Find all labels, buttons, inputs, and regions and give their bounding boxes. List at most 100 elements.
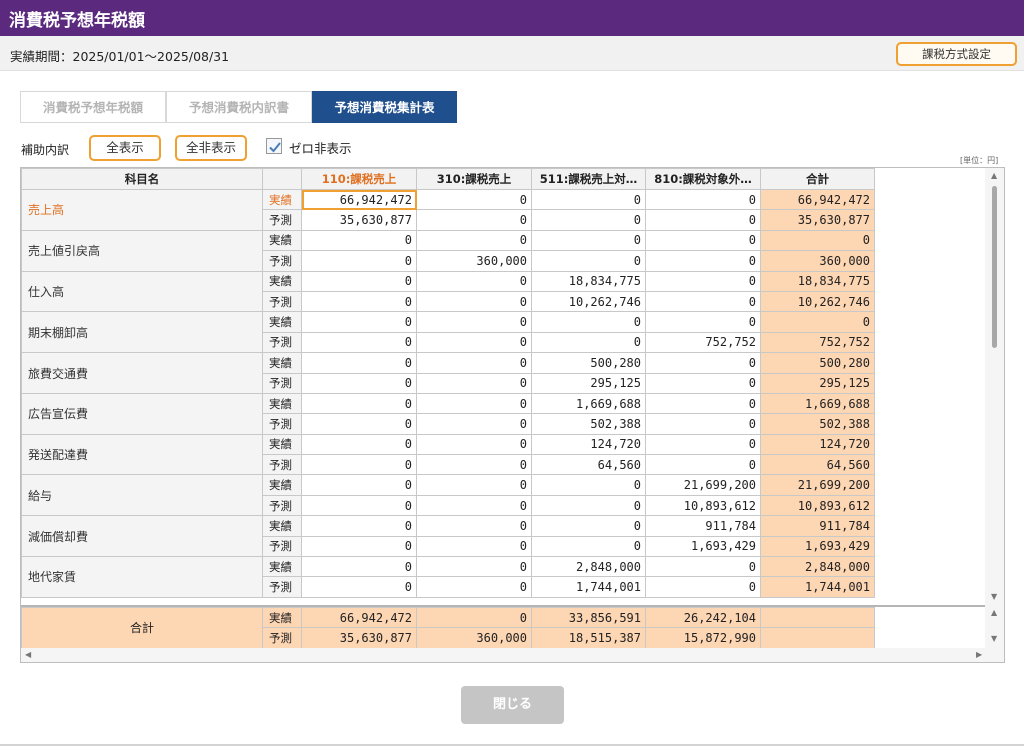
value-cell[interactable]: 0 [645, 556, 761, 578]
value-cell[interactable]: 0 [301, 576, 417, 598]
value-cell[interactable]: 10,893,612 [645, 494, 761, 517]
value-cell[interactable]: 500,280 [531, 352, 646, 374]
account-name[interactable]: 広告宣伝費 [21, 392, 263, 435]
value-cell[interactable]: 1,669,688 [531, 392, 646, 415]
value-cell[interactable]: 0 [645, 372, 761, 394]
value-cell[interactable]: 0 [416, 474, 532, 496]
col-header-810[interactable]: 810:課税対象外… [645, 168, 761, 190]
value-cell[interactable]: 0 [416, 535, 532, 558]
footer-scroll-up-icon[interactable]: ▲ [991, 608, 997, 617]
value-cell[interactable]: 0 [531, 250, 646, 272]
value-cell[interactable]: 0 [416, 433, 532, 456]
value-cell[interactable]: 0 [531, 229, 646, 252]
value-cell[interactable]: 0 [301, 229, 417, 252]
value-cell[interactable]: 0 [301, 515, 417, 537]
value-cell[interactable]: 35,630,877 [301, 209, 417, 231]
value-cell[interactable]: 0 [301, 250, 417, 272]
col-header-110[interactable]: 110:課税売上 [301, 168, 417, 190]
scroll-right-icon[interactable]: ▶ [976, 650, 982, 659]
vertical-scrollbar[interactable]: ▲ ▼ [985, 168, 1004, 605]
value-cell[interactable]: 0 [301, 372, 417, 394]
value-cell[interactable]: 0 [531, 474, 646, 496]
value-cell[interactable]: 0 [645, 209, 761, 231]
value-cell[interactable]: 0 [301, 454, 417, 476]
value-cell[interactable]: 21,699,200 [645, 474, 761, 496]
value-cell[interactable]: 0 [416, 454, 532, 476]
value-cell[interactable]: 0 [301, 535, 417, 558]
value-cell[interactable]: 0 [531, 515, 646, 537]
table-row[interactable]: 売上値引戻高 実績 0 0 0 0 0 [21, 229, 875, 272]
value-cell[interactable]: 0 [301, 494, 417, 517]
horizontal-scrollbar[interactable]: ◀ ▶ [21, 648, 1004, 662]
col-header-account[interactable]: 科目名 [21, 168, 263, 190]
value-cell[interactable]: 0 [416, 413, 532, 435]
close-button[interactable]: 閉じる [461, 686, 564, 724]
value-cell[interactable]: 0 [645, 290, 761, 313]
value-cell[interactable]: 2,848,000 [531, 556, 646, 578]
account-name[interactable]: 減価償却費 [21, 515, 263, 558]
footer-scrollbar[interactable]: ▲ ▼ [985, 605, 1004, 648]
value-cell[interactable]: 0 [416, 189, 532, 211]
table-row[interactable]: 旅費交通費 実績 0 0 500,280 0 500,280 [21, 352, 875, 394]
value-cell[interactable]: 0 [416, 494, 532, 517]
value-cell[interactable]: 0 [645, 392, 761, 415]
account-name[interactable]: 期末棚卸高 [21, 311, 263, 354]
value-cell[interactable]: 0 [645, 454, 761, 476]
table-row[interactable]: 売上高 実績 66,942,472 0 0 0 66,942,472 [21, 189, 875, 231]
grid-body[interactable]: 売上高 実績 66,942,472 0 0 0 66,942,472 予測 35,630,877… [21, 189, 985, 605]
value-cell[interactable]: 0 [301, 311, 417, 333]
value-cell[interactable]: 0 [416, 311, 532, 333]
value-cell[interactable]: 0 [531, 331, 646, 354]
value-cell[interactable]: 1,693,429 [645, 535, 761, 558]
table-row[interactable]: 地代家賃 実績 0 0 2,848,000 0 2,848,000 [21, 556, 875, 598]
value-cell[interactable]: 0 [645, 433, 761, 456]
value-cell[interactable]: 0 [531, 535, 646, 558]
value-cell[interactable]: 0 [531, 189, 646, 211]
value-cell[interactable]: 0 [416, 290, 532, 313]
value-cell[interactable]: 66,942,472 [301, 189, 417, 211]
value-cell[interactable]: 911,784 [645, 515, 761, 537]
table-row[interactable]: 仕入高 実績 0 0 18,834,775 0 18,834,775 [21, 270, 875, 313]
col-header-511[interactable]: 511:課税売上対… [531, 168, 646, 190]
col-header-310[interactable]: 310:課税売上 [416, 168, 532, 190]
value-cell[interactable]: 502,388 [531, 413, 646, 435]
value-cell[interactable]: 0 [645, 270, 761, 292]
value-cell[interactable]: 0 [301, 413, 417, 435]
value-cell[interactable]: 0 [416, 331, 532, 354]
account-name[interactable]: 旅費交通費 [21, 352, 263, 394]
show-all-button[interactable]: 全表示 [89, 135, 161, 161]
value-cell[interactable]: 0 [301, 474, 417, 496]
value-cell[interactable]: 10,262,746 [531, 290, 646, 313]
value-cell[interactable]: 18,834,775 [531, 270, 646, 292]
value-cell[interactable]: 0 [645, 189, 761, 211]
value-cell[interactable]: 0 [416, 392, 532, 415]
value-cell[interactable]: 0 [645, 229, 761, 252]
value-cell[interactable]: 360,000 [416, 250, 532, 272]
value-cell[interactable]: 64,560 [531, 454, 646, 476]
value-cell[interactable]: 0 [416, 352, 532, 374]
value-cell[interactable]: 0 [416, 229, 532, 252]
value-cell[interactable]: 0 [301, 392, 417, 415]
value-cell[interactable]: 124,720 [531, 433, 646, 456]
account-name[interactable]: 売上高 [21, 189, 263, 231]
value-cell[interactable]: 0 [645, 250, 761, 272]
hide-all-button[interactable]: 全非表示 [175, 135, 247, 161]
scroll-up-icon[interactable]: ▲ [991, 171, 997, 180]
value-cell[interactable]: 0 [301, 290, 417, 313]
value-cell[interactable]: 0 [645, 311, 761, 333]
zero-hide-checkbox[interactable] [266, 138, 282, 154]
table-row[interactable]: 期末棚卸高 実績 0 0 0 0 0 [21, 311, 875, 354]
value-cell[interactable]: 0 [416, 209, 532, 231]
value-cell[interactable]: 752,752 [645, 331, 761, 354]
value-cell[interactable]: 0 [416, 372, 532, 394]
account-name[interactable]: 発送配達費 [21, 433, 263, 476]
table-row[interactable]: 広告宣伝費 実績 0 0 1,669,688 0 1,669,688 [21, 392, 875, 435]
value-cell[interactable]: 0 [416, 556, 532, 578]
table-row[interactable]: 給与 実績 0 0 0 21,699,200 21,699,200 [21, 474, 875, 517]
value-cell[interactable]: 0 [301, 352, 417, 374]
value-cell[interactable]: 0 [531, 494, 646, 517]
value-cell[interactable]: 0 [645, 576, 761, 598]
footer-scroll-down-icon[interactable]: ▼ [991, 634, 997, 643]
value-cell[interactable]: 0 [531, 209, 646, 231]
account-name[interactable]: 仕入高 [21, 270, 263, 313]
